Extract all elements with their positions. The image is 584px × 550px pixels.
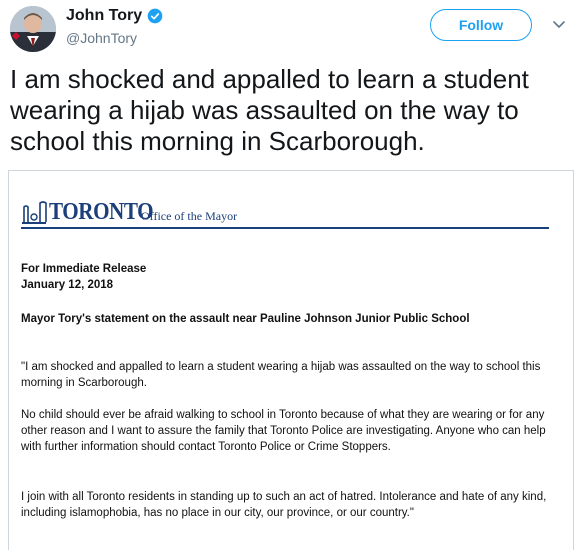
office-title: Office of the Mayor [141,209,238,223]
tweet-text: I am shocked and appalled to learn a stu… [10,64,529,156]
release-date: January 12, 2018 [21,279,114,291]
header-divider [21,227,549,229]
avatar[interactable] [10,6,56,52]
chevron-down-icon[interactable] [552,18,566,32]
statement-headline: Mayor Tory's statement on the assault ne… [21,313,470,325]
toronto-logo: TORONTO Office of the Mayor [21,199,551,227]
release-label: For Immediate Release [21,263,147,275]
statement-paragraph: "I am shocked and appalled to learn a st… [21,361,541,389]
follow-button[interactable]: Follow [430,9,532,41]
verified-badge-icon [147,8,163,24]
statement-paragraph: I join with all Toronto residents in sta… [21,491,547,519]
statement-paragraph: No child should ever be afraid walking t… [21,409,546,453]
profile-photo [10,6,56,52]
logo-wordmark: TORONTO [49,199,154,225]
city-hall-icon [22,201,47,224]
author-name[interactable]: John Tory [66,7,142,25]
attached-image[interactable]: TORONTO Office of the Mayor For Immediat… [8,170,574,550]
author-handle[interactable]: @JohnTory [66,30,137,46]
